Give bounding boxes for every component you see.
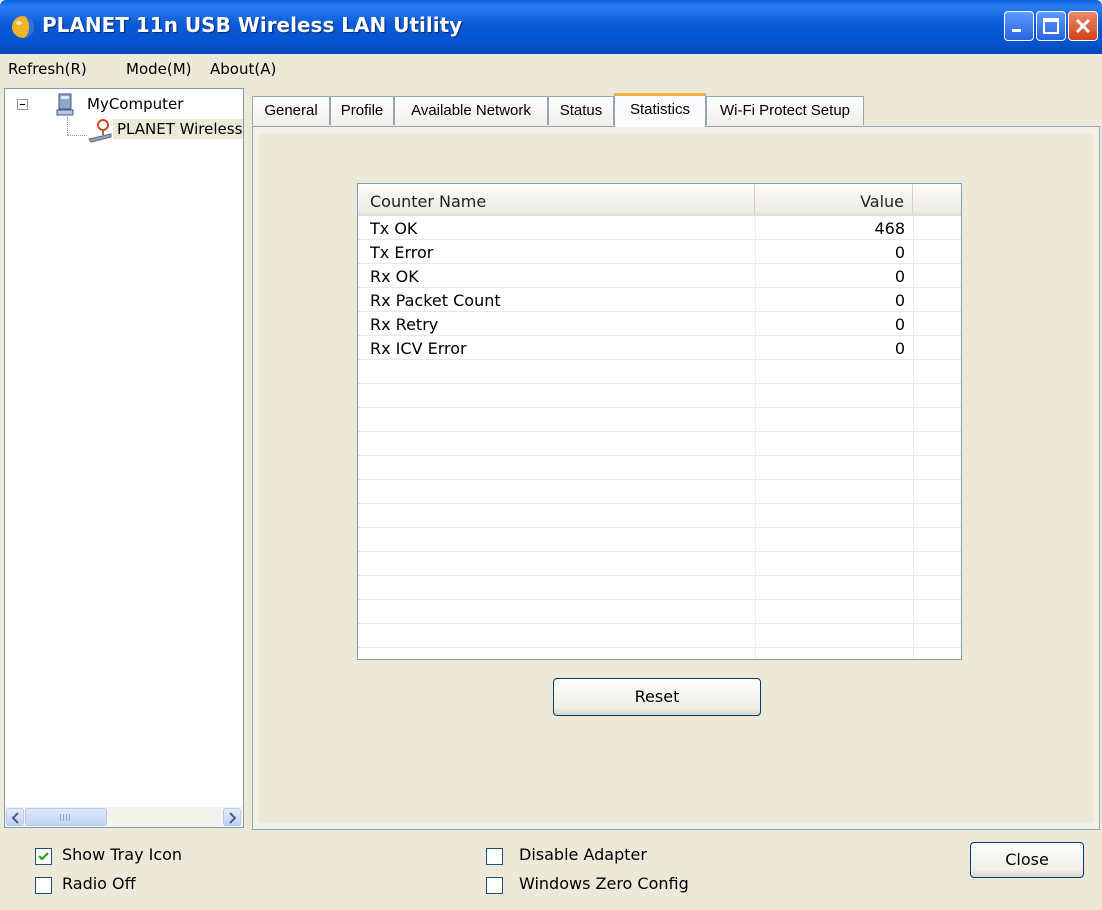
empty-table-row (358, 648, 961, 659)
windows-zero-config-checkbox[interactable] (486, 877, 503, 894)
menu-refresh[interactable]: Refresh(R) (8, 60, 87, 78)
minimize-button[interactable] (1004, 11, 1034, 41)
tree-connector (67, 135, 87, 136)
chevron-right-icon (229, 812, 237, 824)
menu-about[interactable]: About(A) (210, 60, 276, 78)
table-row[interactable]: Tx OK 468 (358, 216, 961, 240)
table-row[interactable]: Rx Retry 0 (358, 312, 961, 336)
tab-profile[interactable]: Profile (330, 96, 394, 125)
tree-collapse-toggle[interactable] (17, 99, 28, 110)
table-row[interactable]: Tx Error 0 (358, 240, 961, 264)
reset-button[interactable]: Reset (553, 678, 761, 716)
tree-node-planet-wireless[interactable]: PLANET Wireless (113, 119, 243, 139)
tree-node-mycomputer[interactable]: MyComputer (87, 95, 183, 113)
chevron-left-icon (11, 812, 19, 824)
counter-name-cell: Tx Error (370, 243, 434, 262)
column-divider (913, 216, 914, 659)
scroll-left-button[interactable] (6, 808, 24, 826)
counter-value-cell: 468 (874, 219, 905, 238)
tab-general[interactable]: General (252, 96, 330, 125)
empty-table-row (358, 432, 961, 456)
menu-bar: Refresh(R) Mode(M) About(A) (0, 58, 1102, 84)
wireless-adapter-icon (88, 119, 112, 143)
tab-statistics[interactable]: Statistics (614, 93, 706, 127)
tab-wifi-protect-setup[interactable]: Wi-Fi Protect Setup (706, 96, 864, 125)
empty-table-row (358, 576, 961, 600)
empty-table-row (358, 528, 961, 552)
counter-name-cell: Rx Packet Count (370, 291, 501, 310)
maximize-icon (1043, 18, 1059, 34)
tree-horizontal-scrollbar[interactable] (5, 807, 243, 827)
empty-table-row (358, 552, 961, 576)
counter-name-cell: Rx Retry (370, 315, 439, 334)
windows-zero-config-label: Windows Zero Config (519, 874, 689, 893)
empty-table-row (358, 384, 961, 408)
counter-name-cell: Tx OK (370, 219, 418, 238)
statistics-table: Counter Name Value Tx OK 468 Tx Error 0 … (357, 183, 962, 660)
close-window-button[interactable] (1068, 11, 1098, 41)
planet-globe-icon (12, 16, 34, 38)
empty-table-row (358, 480, 961, 504)
counter-value-cell: 0 (894, 291, 905, 310)
tree-connector (67, 117, 68, 135)
table-row[interactable]: Rx OK 0 (358, 264, 961, 288)
counter-value-cell: 0 (894, 339, 905, 358)
counter-value-cell: 0 (894, 267, 905, 286)
counter-value-cell: 0 (894, 315, 905, 334)
tab-status[interactable]: Status (548, 96, 614, 125)
disable-adapter-label: Disable Adapter (519, 845, 647, 864)
column-header-value[interactable]: Value (755, 184, 913, 216)
table-row[interactable]: Rx Packet Count 0 (358, 288, 961, 312)
radio-off-checkbox[interactable] (35, 877, 52, 894)
empty-table-row (358, 600, 961, 624)
tab-available-network[interactable]: Available Network (394, 96, 548, 125)
maximize-button[interactable] (1036, 11, 1066, 41)
empty-table-row (358, 408, 961, 432)
checkmark-icon (38, 852, 49, 861)
computer-icon (56, 93, 74, 116)
radio-off-label: Radio Off (62, 874, 136, 893)
empty-table-row (358, 456, 961, 480)
minimize-icon (1012, 29, 1021, 32)
title-bar: PLANET 11n USB Wireless LAN Utility (0, 0, 1102, 54)
bottom-bar: Show Tray Icon Radio Off Disable Adapter… (0, 832, 1102, 910)
counter-name-cell: Rx OK (370, 267, 419, 286)
table-row[interactable]: Rx ICV Error 0 (358, 336, 961, 360)
menu-mode[interactable]: Mode(M) (126, 60, 192, 78)
app-window: PLANET 11n USB Wireless LAN Utility Refr… (0, 0, 1102, 910)
close-icon (1075, 18, 1091, 34)
window-title: PLANET 11n USB Wireless LAN Utility (42, 13, 463, 37)
scrollbar-thumb[interactable] (25, 808, 107, 826)
close-button[interactable]: Close (970, 842, 1084, 878)
counter-value-cell: 0 (894, 243, 905, 262)
column-divider (755, 216, 756, 659)
empty-table-row (358, 360, 961, 384)
empty-table-row (358, 504, 961, 528)
device-tree: MyComputer PLANET Wireless (4, 88, 244, 828)
empty-table-row (358, 624, 961, 648)
column-header-counter-name[interactable]: Counter Name (358, 184, 755, 216)
show-tray-icon-checkbox[interactable] (35, 848, 52, 865)
disable-adapter-checkbox[interactable] (486, 848, 503, 865)
column-header-blank (913, 184, 961, 216)
counter-name-cell: Rx ICV Error (370, 339, 467, 358)
show-tray-icon-label: Show Tray Icon (62, 845, 183, 864)
scroll-right-button[interactable] (223, 808, 241, 826)
